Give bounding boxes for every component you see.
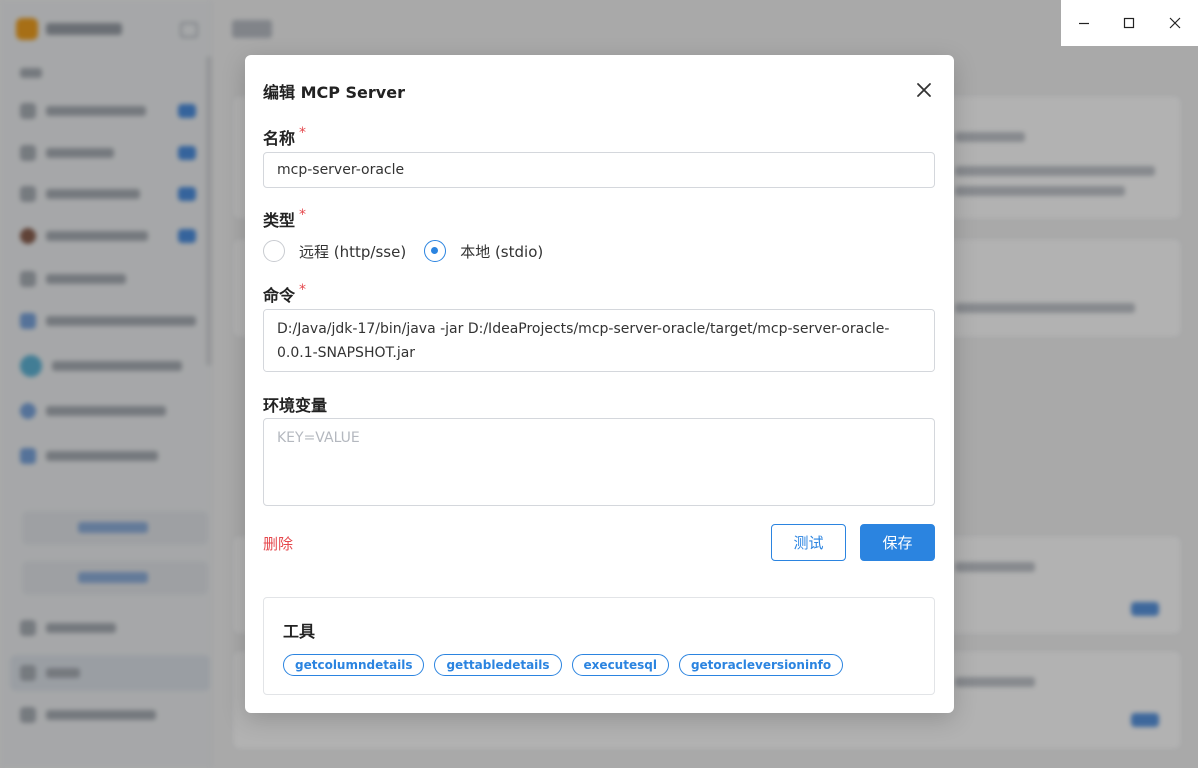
dialog-close-button[interactable] — [913, 79, 935, 101]
command-label: 命令 * — [263, 282, 307, 305]
required-marker: * — [299, 282, 307, 298]
close-icon — [917, 83, 931, 97]
save-button[interactable]: 保存 — [860, 524, 935, 561]
tool-chip[interactable]: executesql — [571, 654, 669, 676]
tool-chip[interactable]: gettabledetails — [434, 654, 562, 676]
tool-chip[interactable]: getoracleversioninfo — [678, 654, 844, 676]
type-radio-group: 远程 (http/sse) 本地 (stdio) — [263, 239, 561, 263]
window-close-button[interactable] — [1152, 0, 1198, 46]
radio-remote-circle[interactable] — [263, 240, 285, 262]
minimize-icon — [1078, 22, 1089, 25]
tools-title: 工具 — [283, 622, 316, 641]
test-button[interactable]: 测试 — [771, 524, 846, 561]
name-input[interactable] — [263, 152, 935, 188]
required-marker: * — [299, 125, 307, 141]
command-textarea[interactable]: D:/Java/jdk-17/bin/java -jar D:/IdeaProj… — [263, 309, 935, 372]
close-icon — [1169, 17, 1181, 29]
type-label: 类型 * — [263, 207, 307, 230]
dialog-title: 编辑 MCP Server — [263, 83, 405, 102]
tool-chips: getcolumndetails gettabledetails execute… — [283, 654, 844, 676]
delete-link[interactable]: 删除 — [263, 533, 293, 554]
name-label: 名称 * — [263, 125, 307, 148]
required-marker: * — [299, 207, 307, 223]
env-textarea[interactable] — [263, 418, 935, 506]
maximize-icon — [1124, 17, 1135, 29]
minimize-button[interactable] — [1061, 0, 1107, 46]
radio-remote[interactable]: 远程 (http/sse) — [263, 240, 406, 262]
window-controls — [1061, 0, 1198, 46]
radio-remote-label: 远程 (http/sse) — [299, 242, 407, 261]
maximize-button[interactable] — [1107, 0, 1153, 46]
tool-chip[interactable]: getcolumndetails — [283, 654, 425, 676]
env-label: 环境变量 — [263, 396, 328, 415]
radio-local-circle[interactable] — [424, 240, 447, 262]
radio-local-label: 本地 (stdio) — [460, 242, 544, 261]
edit-mcp-server-dialog: 编辑 MCP Server 名称* 类型* 远程 (http/sse) 本地 (… — [245, 55, 954, 713]
tools-panel: 工具 getcolumndetails gettabledetails exec… — [263, 597, 935, 695]
radio-local[interactable]: 本地 (stdio) — [424, 240, 543, 262]
